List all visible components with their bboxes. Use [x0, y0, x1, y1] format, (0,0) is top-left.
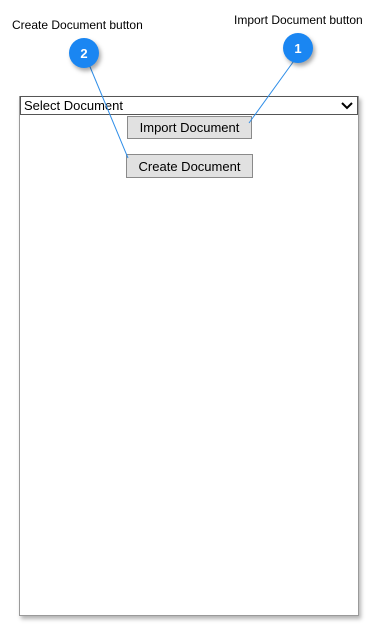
- import-document-callout-label: Import Document button: [234, 13, 363, 27]
- chevron-down-icon: [339, 98, 355, 114]
- import-document-button[interactable]: Import Document: [127, 116, 252, 139]
- callout-badge-1: 1: [283, 33, 313, 63]
- create-document-callout-label: Create Document button: [12, 18, 143, 32]
- document-select-value: Select Document: [24, 98, 123, 113]
- create-document-button[interactable]: Create Document: [126, 154, 253, 178]
- document-select[interactable]: Select Document: [20, 96, 358, 115]
- callout-badge-2: 2: [69, 38, 99, 68]
